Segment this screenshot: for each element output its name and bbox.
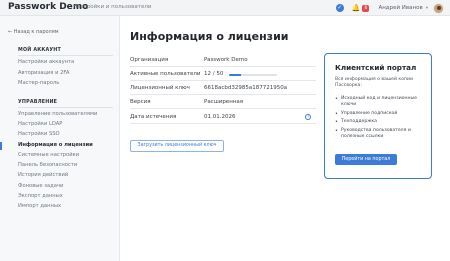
row-divider bbox=[130, 80, 316, 81]
sidebar-item-activity-log[interactable]: История действий bbox=[18, 172, 68, 178]
bell-icon[interactable]: 🔔 bbox=[352, 4, 361, 12]
sidebar-item-data-import[interactable]: Импорт данных bbox=[18, 203, 61, 209]
active-indicator bbox=[0, 142, 2, 150]
portal-feature-list: Исходный код и лицензионные ключи Управл… bbox=[335, 96, 427, 142]
field-label-organization: Организация bbox=[130, 57, 169, 63]
sidebar-item-auth-2fa[interactable]: Авторизация и 2FA bbox=[18, 70, 69, 76]
sidebar-item-account-settings[interactable]: Настройки аккаунта bbox=[18, 59, 74, 65]
chevron-down-icon[interactable]: ▾ bbox=[426, 6, 428, 11]
upload-license-key-button[interactable]: Загрузить лицензионный ключ bbox=[130, 140, 224, 152]
row-divider bbox=[130, 108, 316, 109]
portal-feature-item: Управление подпиской bbox=[335, 111, 427, 117]
avatar[interactable] bbox=[433, 2, 444, 14]
sidebar-item-sso[interactable]: Настройки SSO bbox=[18, 131, 60, 137]
section-divider bbox=[18, 55, 113, 56]
field-value-expiration-date: 01.01.2026 bbox=[204, 114, 236, 120]
sidebar-item-data-export[interactable]: Экспорт данных bbox=[18, 193, 63, 199]
top-right-controls: ✓ 🔔 6 Андрей Иванов ▾ bbox=[335, 1, 444, 15]
row-divider bbox=[130, 66, 316, 67]
page-title: Информация о лицензии bbox=[130, 30, 289, 43]
sidebar-item-user-management[interactable]: Управление пользователями bbox=[18, 111, 97, 117]
go-to-portal-button[interactable]: Перейти на портал bbox=[335, 154, 397, 165]
field-value-version: Расширенная bbox=[204, 99, 244, 105]
section-title-my-account: МОЙ АККАУНТ bbox=[18, 48, 61, 53]
portal-title: Клиентский портал bbox=[335, 63, 417, 72]
field-label-license-key: Лицензионный ключ bbox=[130, 85, 190, 91]
field-label-active-users: Активные пользователи bbox=[130, 71, 201, 77]
help-circle-icon[interactable]: ? bbox=[305, 114, 311, 120]
field-label-expiration-date: Дата истечения bbox=[130, 114, 177, 120]
client-portal-card: Клиентский портал Вся информация о вашей… bbox=[324, 53, 432, 179]
portal-description: Вся информация о вашей копии Пассворка: bbox=[335, 77, 413, 88]
section-title-management: УПРАВЛЕНИЕ bbox=[18, 100, 58, 105]
users-progress-fill bbox=[229, 74, 241, 76]
portal-feature-item: Исходный код и лицензионные ключи bbox=[335, 96, 427, 108]
row-divider bbox=[130, 94, 316, 95]
sidebar-item-ldap[interactable]: Настройки LDAP bbox=[18, 121, 62, 127]
top-bar: Passwork Demo Настройки и пользователи ✓… bbox=[0, 0, 450, 16]
notification-badge[interactable]: 6 bbox=[362, 4, 370, 12]
sidebar-item-license-info[interactable]: Информация о лицензии bbox=[18, 142, 93, 148]
sidebar: ← Назад к паролям МОЙ АККАУНТ Настройки … bbox=[0, 16, 120, 261]
user-name[interactable]: Андрей Иванов bbox=[378, 5, 422, 11]
field-label-version: Версия bbox=[130, 99, 151, 105]
field-value-active-users: 12 / 50 bbox=[204, 71, 224, 77]
sidebar-item-background-tasks[interactable]: Фоновые задачи bbox=[18, 183, 63, 189]
sidebar-item-system-settings[interactable]: Системные настройки bbox=[18, 152, 79, 158]
row-divider bbox=[130, 123, 316, 124]
users-progress-bar bbox=[229, 74, 277, 76]
check-circle-icon[interactable]: ✓ bbox=[335, 4, 344, 12]
breadcrumb[interactable]: Настройки и пользователи bbox=[73, 4, 151, 10]
field-value-license-key: 6618acbd32985a187721950a bbox=[204, 85, 288, 91]
section-divider bbox=[18, 107, 113, 108]
field-value-organization: Passwork Demo bbox=[204, 57, 248, 63]
portal-feature-item: Техподдержка bbox=[335, 119, 427, 125]
sidebar-item-master-password[interactable]: Мастер-пароль bbox=[18, 80, 59, 86]
sidebar-item-security-dashboard[interactable]: Панель безопасности bbox=[18, 162, 77, 168]
portal-feature-item: Руководства пользователя и полезные ссыл… bbox=[335, 128, 427, 140]
back-to-passwords-link[interactable]: ← Назад к паролям bbox=[8, 29, 59, 35]
